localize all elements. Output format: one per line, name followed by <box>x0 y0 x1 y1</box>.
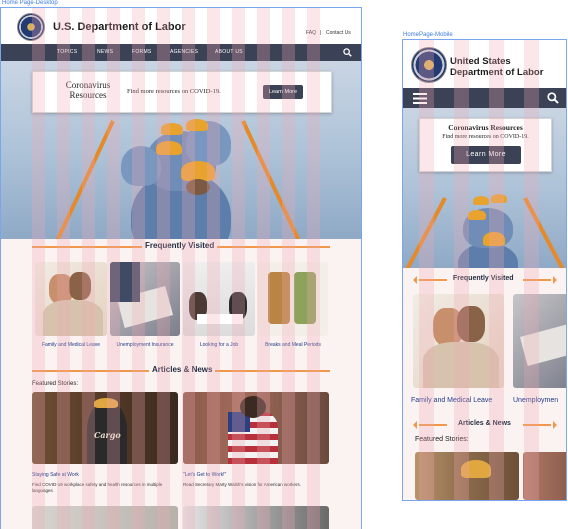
faq-link[interactable]: FAQ <box>306 30 316 36</box>
card-family-leave-label[interactable]: Family and Medical Leave <box>31 342 111 348</box>
arrow-left-icon <box>413 276 447 284</box>
mobile-covid-banner: Coronavirus Resources Find more resource… <box>419 118 552 172</box>
shirt-text: Cargo <box>94 430 121 440</box>
mobile-frame-label: HomePage-Mobile <box>403 32 453 38</box>
story-text-safe-at-work: Find COVID-19 workplace safety and healt… <box>32 482 163 493</box>
card-job-label[interactable]: Looking for a Job <box>179 342 259 348</box>
arrow-left-icon <box>413 421 447 429</box>
util-separator: | <box>320 30 322 36</box>
search-icon[interactable] <box>547 92 559 104</box>
main-nav: TOPICS NEWS FORMS AGENCIES ABOUT US <box>1 44 361 61</box>
mobile-header: United States Department of Labor <box>403 40 566 88</box>
mobile-learn-more-button[interactable]: Learn More <box>451 146 521 164</box>
mobile-card-unemployment-image[interactable] <box>513 294 566 388</box>
story-image-fourth[interactable] <box>183 506 329 529</box>
arrow-right-icon <box>523 276 557 284</box>
card-unemployment-image[interactable] <box>110 262 180 336</box>
mobile-frequently-visited-title: Frequently Visited <box>453 275 514 282</box>
covid-text: Find more resources on COVID-19. <box>127 88 221 95</box>
mobile-card-unemployment-label[interactable]: Unemploymen <box>513 397 558 404</box>
mobile-card-family-leave-label[interactable]: Family and Medical Leave <box>411 397 492 404</box>
covid-title: Coronavirus Resources <box>65 80 111 100</box>
card-breaks-image[interactable] <box>258 262 328 336</box>
covid-banner: Coronavirus Resources Find more resources… <box>32 71 332 113</box>
learn-more-button[interactable]: Learn More <box>263 85 303 99</box>
card-unemployment-label[interactable]: Unemployment Insurance <box>105 342 185 348</box>
story-image-get-to-work[interactable] <box>183 392 329 464</box>
mobile-nav <box>403 88 566 108</box>
site-header: U.S. Department of Labor FAQ | Contact U… <box>1 8 361 44</box>
seal-logo[interactable] <box>411 47 447 83</box>
seal-logo[interactable] <box>17 13 45 41</box>
card-job-image[interactable] <box>183 262 255 336</box>
mobile-covid-text: Find more resources on COVID-19. <box>442 134 529 140</box>
mobile-featured-label: Featured Stories: <box>415 436 469 443</box>
mobile-covid-title: Coronavirus Resources <box>448 123 523 132</box>
desktop-frame: U.S. Department of Labor FAQ | Contact U… <box>0 7 362 529</box>
nav-about[interactable]: ABOUT US <box>215 49 243 55</box>
story-image-third[interactable] <box>32 506 178 529</box>
story-image-safe-at-work[interactable]: Cargo <box>32 392 178 464</box>
mobile-story-image-safe-at-work[interactable] <box>415 452 519 500</box>
story-text-get-to-work: Read Secretary Marty Walsh's vision for … <box>183 482 301 487</box>
mobile-site-title[interactable]: United States Department of Labor <box>450 56 560 79</box>
frequently-visited-title: Frequently Visited <box>142 241 218 250</box>
mobile-frame: United States Department of Labor Coronav… <box>402 39 567 501</box>
site-title[interactable]: U.S. Department of Labor <box>53 21 186 33</box>
story-title-get-to-work[interactable]: "Let's Get to Work!" <box>183 472 226 478</box>
contact-link[interactable]: Contact Us <box>326 30 351 36</box>
articles-title: Articles & News <box>149 365 216 374</box>
nav-topics[interactable]: TOPICS <box>57 49 77 55</box>
desktop-frame-label: Home Page-Desktop <box>2 0 58 6</box>
featured-label: Featured Stories: <box>32 381 79 387</box>
card-breaks-label[interactable]: Breaks and Meal Periods <box>253 342 333 348</box>
search-icon[interactable] <box>343 48 352 57</box>
arrow-right-icon <box>523 421 557 429</box>
nav-forms[interactable]: FORMS <box>132 49 152 55</box>
story-title-safe-at-work[interactable]: Staying Safe at Work <box>32 472 79 478</box>
mobile-articles-title: Articles & News <box>458 420 511 427</box>
mobile-story-image-partial[interactable] <box>523 452 566 500</box>
nav-agencies[interactable]: AGENCIES <box>170 49 198 55</box>
card-family-leave-image[interactable] <box>35 262 107 336</box>
mobile-card-family-leave-image[interactable] <box>413 294 504 388</box>
nav-news[interactable]: NEWS <box>97 49 113 55</box>
hamburger-icon[interactable] <box>413 93 427 104</box>
